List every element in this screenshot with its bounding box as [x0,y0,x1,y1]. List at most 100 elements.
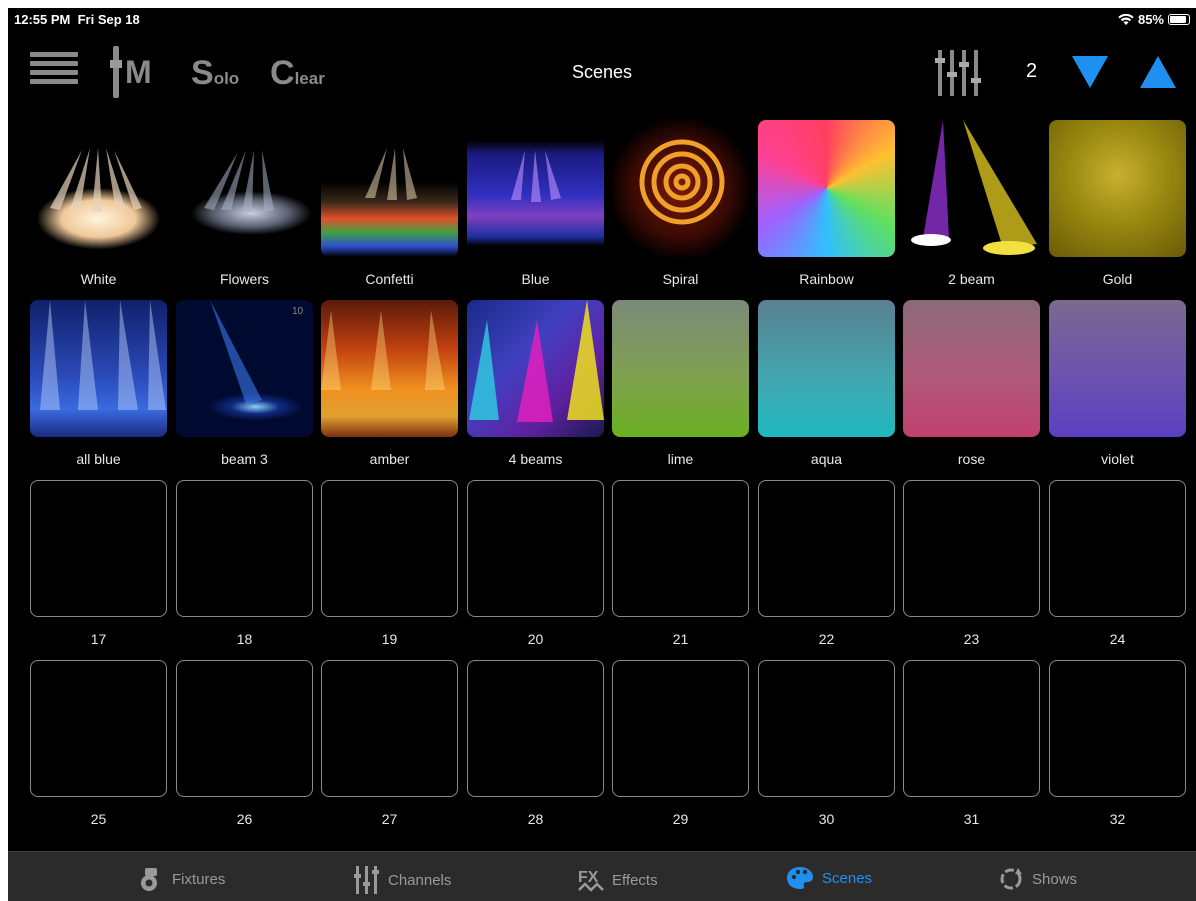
scene-thumbnail [321,120,458,257]
scene-thumbnail [1049,120,1186,257]
scene-thumbnail [903,300,1040,437]
scene-label: aqua [810,451,843,467]
svg-text:FX: FX [578,869,599,886]
battery-percent: 85% [1137,12,1164,27]
scene-cell[interactable]: aqua [758,300,895,470]
slot-number: 20 [527,631,544,647]
empty-scene-slot[interactable]: 29 [612,660,749,830]
scene-cell[interactable]: Rainbow [758,120,895,290]
slot-number: 22 [818,631,835,647]
empty-scene-slot[interactable]: 21 [612,480,749,650]
scene-label: all blue [76,451,121,467]
scene-cell[interactable]: violet [1049,300,1186,470]
scene-thumbnail [321,300,458,437]
scene-thumbnail [903,120,1040,257]
scene-cell[interactable]: rose [903,300,1040,470]
scene-cell[interactable]: Confetti [321,120,458,290]
scene-thumbnail [30,120,167,257]
scene-cell[interactable]: lime [612,300,749,470]
battery-icon [1168,14,1190,25]
page-title: Scenes [571,62,633,82]
slot-number: 30 [818,811,835,827]
scene-label: violet [1101,451,1134,467]
slot-number: 31 [963,811,980,827]
wifi-icon [1118,13,1134,25]
scene-thumbnail [176,120,313,257]
scene-cell[interactable]: White [30,120,167,290]
status-time: 12:55 PM Fri Sep 18 [14,12,140,27]
tab-scenes[interactable]: Scenes [786,866,872,890]
empty-scene-slot[interactable]: 25 [30,660,167,830]
empty-scene-slot[interactable]: 30 [758,660,895,830]
empty-scene-slot[interactable]: 32 [1049,660,1186,830]
empty-scene-slot[interactable]: 20 [467,480,604,650]
fixture-icon [141,868,157,891]
slot-number: 19 [381,631,398,647]
scene-cell[interactable]: Spiral [612,120,749,290]
empty-scene-slot[interactable]: 22 [758,480,895,650]
slot-number: 26 [236,811,253,827]
scene-label: Spiral [662,271,699,287]
tab-shows[interactable]: Shows [998,866,1077,892]
scene-thumbnail [612,300,749,437]
scene-label: White [80,271,117,287]
slot-number: 29 [672,811,689,827]
empty-scene-slot[interactable]: 27 [321,660,458,830]
page-up-button[interactable] [1140,56,1176,88]
status-bar: 12:55 PM Fri Sep 18 85% [8,8,1196,32]
sliders-icon [354,866,379,894]
scene-cell[interactable]: amber [321,300,458,470]
empty-scene-slot[interactable]: 17 [30,480,167,650]
empty-scene-slot[interactable]: 18 [176,480,313,650]
empty-scene-slot[interactable]: 19 [321,480,458,650]
scene-thumbnail [30,300,167,437]
scene-cell[interactable]: 2 beam [903,120,1040,290]
tab-effects[interactable]: FX Effects [578,866,658,894]
empty-scene-slot[interactable]: 23 [903,480,1040,650]
slot-number: 18 [236,631,253,647]
app-screen: 12:55 PM Fri Sep 18 85% M Solo Clear Sce… [8,8,1196,901]
scene-cell[interactable]: 4 beams [467,300,604,470]
slot-number: 24 [1109,631,1126,647]
scene-label: rose [957,451,986,467]
scene-label: lime [667,451,694,467]
scene-label: Blue [521,271,550,287]
scene-cell[interactable]: Gold [1049,120,1186,290]
scene-label: 4 beams [508,451,563,467]
scene-thumbnail [612,120,749,257]
scene-label: Flowers [219,271,269,287]
toolbar: M Solo Clear Scenes 2 [8,40,1196,110]
scene-thumbnail [758,300,895,437]
spiral-image [639,139,725,225]
slot-number: 32 [1109,811,1126,827]
scene-label: Rainbow [799,271,854,287]
scene-label: 2 beam [948,271,995,287]
empty-scene-slot[interactable]: 24 [1049,480,1186,650]
slot-number: 28 [527,811,544,827]
scene-cell[interactable]: all blue [30,300,167,470]
spotlight-image [50,148,142,212]
empty-scene-slot[interactable]: 31 [903,660,1040,830]
scene-cell[interactable]: Flowers [176,120,313,290]
scene-label: Confetti [365,271,414,287]
empty-scene-slot[interactable]: 26 [176,660,313,830]
page-down-button[interactable] [1072,56,1108,88]
slot-number: 25 [90,811,107,827]
tab-bar: Fixtures Channels FX Effects Scenes Show… [8,851,1196,901]
scene-label: beam 3 [221,451,268,467]
scene-thumbnail [758,120,895,257]
svg-text:10: 10 [292,306,304,317]
scene-label: Gold [1102,271,1133,287]
page-number: 2 [1026,60,1038,82]
palette-icon [787,867,813,889]
scene-cell[interactable]: 10 beam 3 [176,300,313,470]
scene-label: amber [369,451,410,467]
scene-thumbnail: 10 [176,300,313,437]
slot-number: 17 [90,631,107,647]
tab-channels[interactable]: Channels [354,866,451,894]
mixer-icon[interactable] [935,50,981,96]
slot-number: 23 [963,631,980,647]
empty-scene-slot[interactable]: 28 [467,660,604,830]
scene-cell[interactable]: Blue [467,120,604,290]
tab-fixtures[interactable]: Fixtures [138,866,225,892]
